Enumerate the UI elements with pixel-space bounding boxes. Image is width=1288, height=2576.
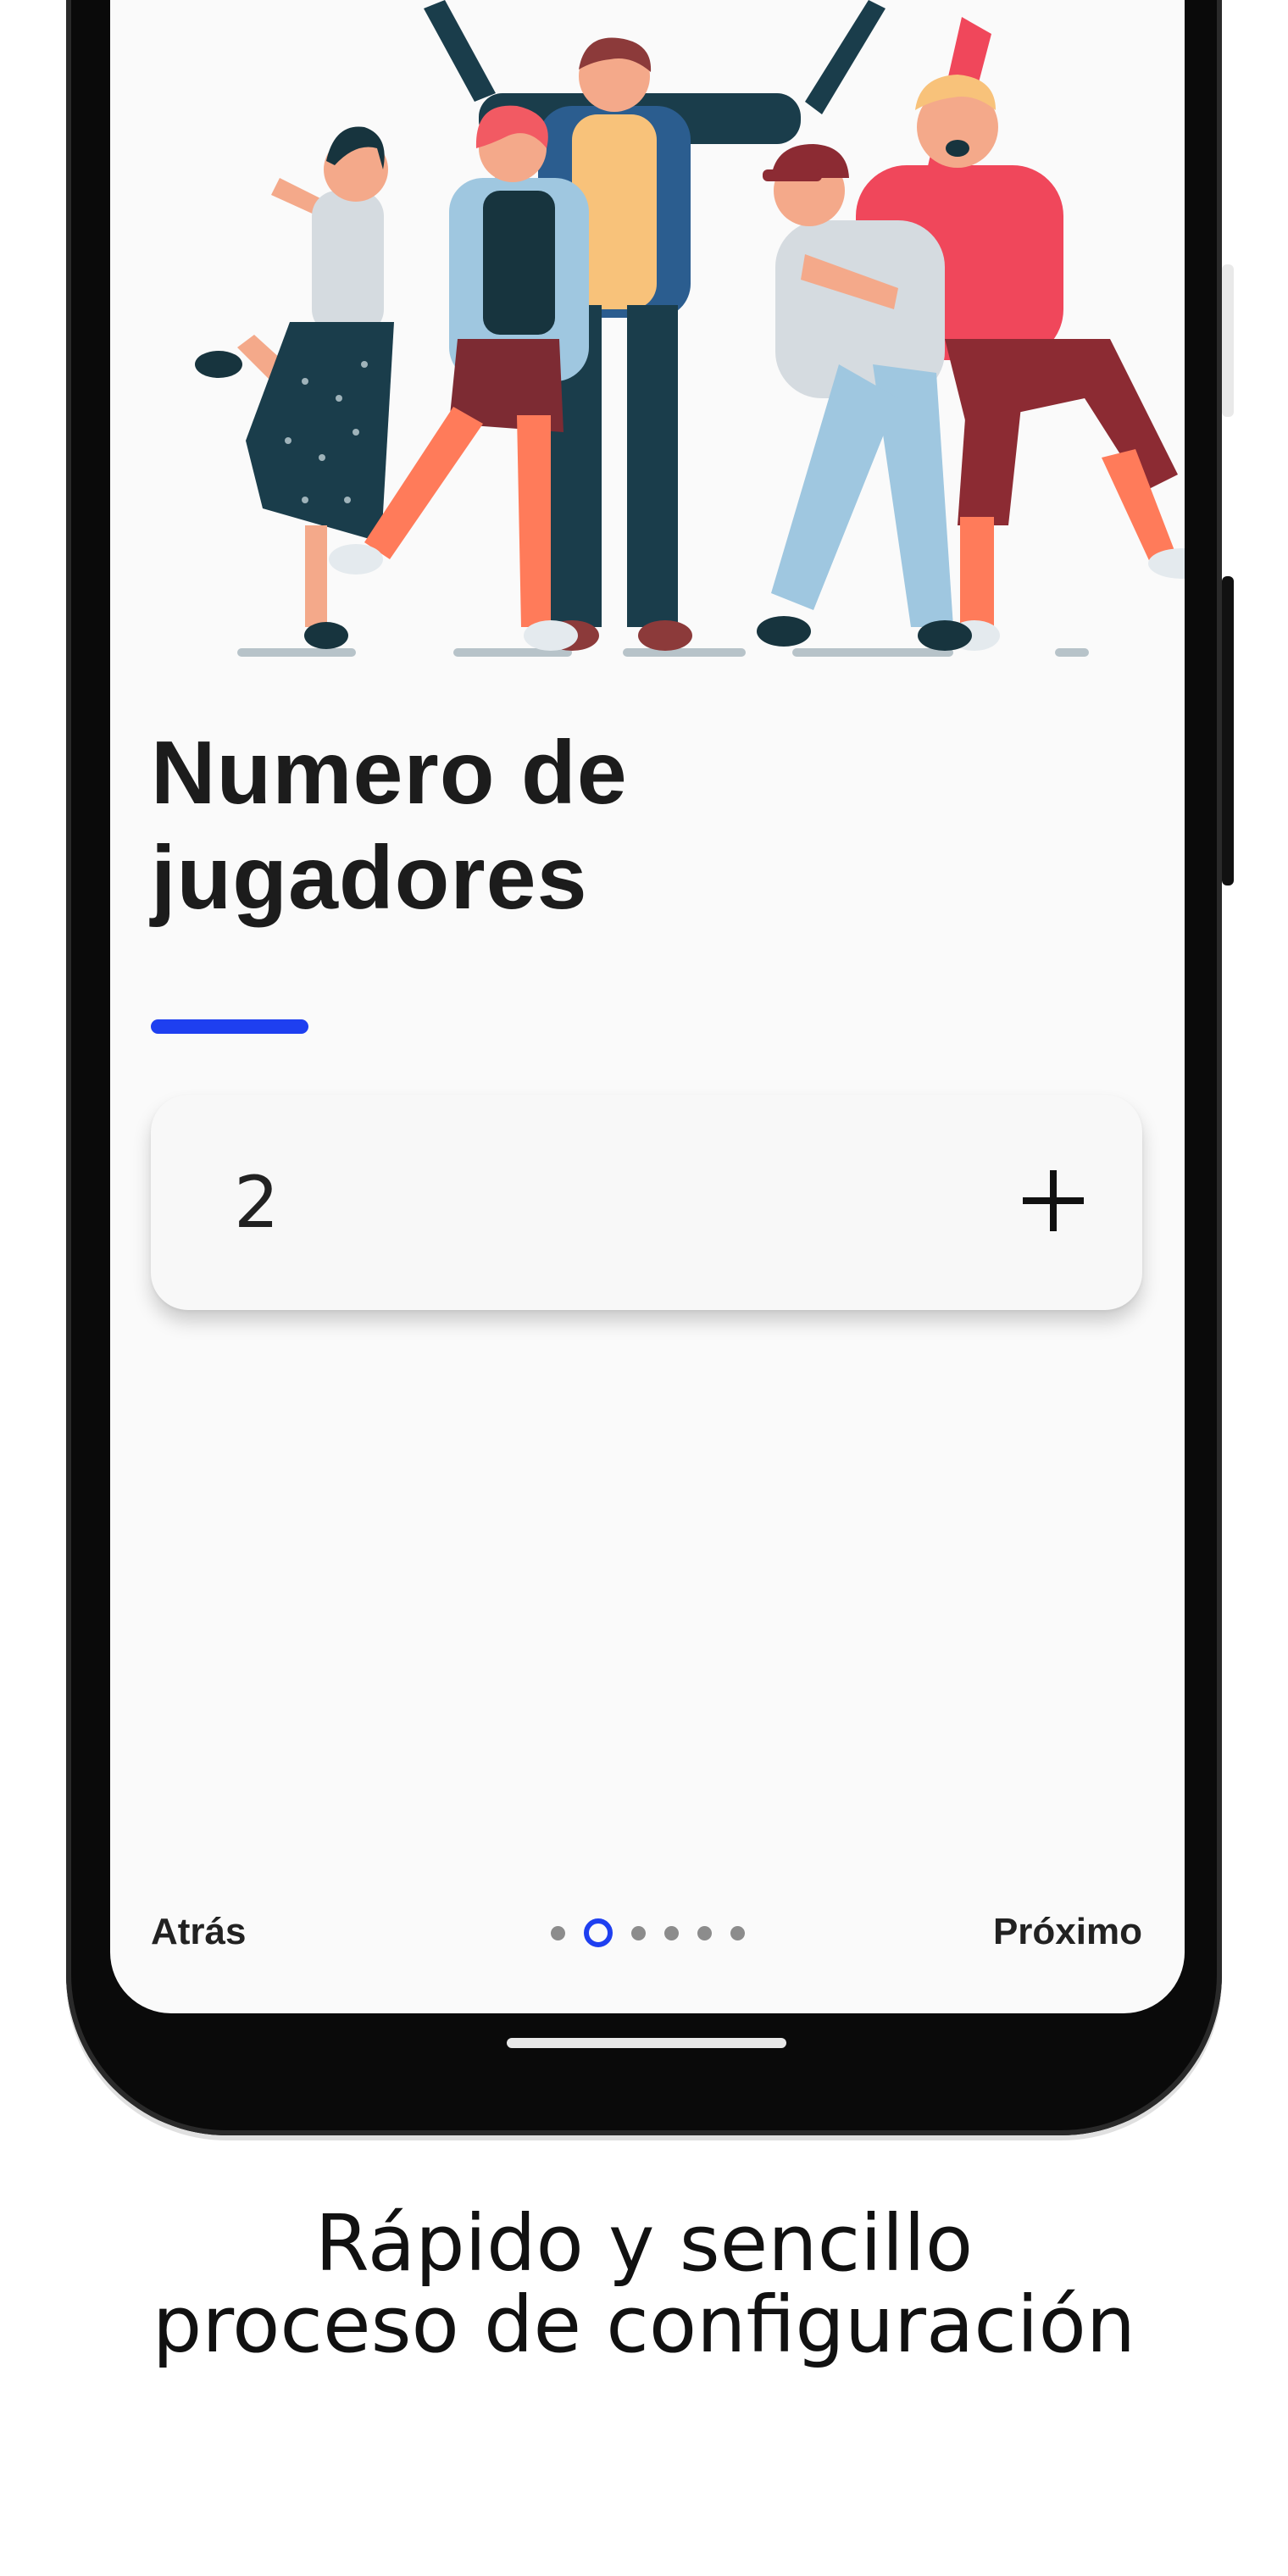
page-dot-1 [551,1925,565,1940]
page-dot-4 [664,1925,679,1940]
app-screen: Numero de jugadores 2 Atrás Próximo [110,0,1185,2013]
page-title: Numero de jugadores [151,720,628,930]
next-button[interactable]: Próximo [993,1898,1142,1966]
page-dot-3 [631,1925,646,1940]
volume-button [1222,264,1234,417]
caption-line-1: Rápido y sencillo [314,2198,974,2289]
title-underline [151,1019,308,1034]
bottom-navigation: Atrás Próximo [110,1898,1185,1966]
page-dot-2-active [584,1918,613,1947]
power-button [1222,576,1234,886]
page-dot-5 [697,1925,712,1940]
player-count-card: 2 [151,1095,1142,1310]
increment-button[interactable] [998,1146,1108,1256]
back-button[interactable]: Atrás [151,1898,247,1966]
page-indicator [551,1918,745,1947]
title-line-2: jugadores [151,828,588,928]
plus-icon [1023,1170,1084,1231]
player-count-value: 2 [234,1161,280,1244]
promo-caption: Rápido y sencillo proceso de configuraci… [0,2203,1288,2366]
page-dot-6 [730,1925,745,1940]
title-line-1: Numero de [151,723,628,823]
home-indicator[interactable] [507,2038,786,2048]
caption-line-2: proceso de configuración [152,2279,1136,2370]
friends-illustration [195,0,1185,657]
